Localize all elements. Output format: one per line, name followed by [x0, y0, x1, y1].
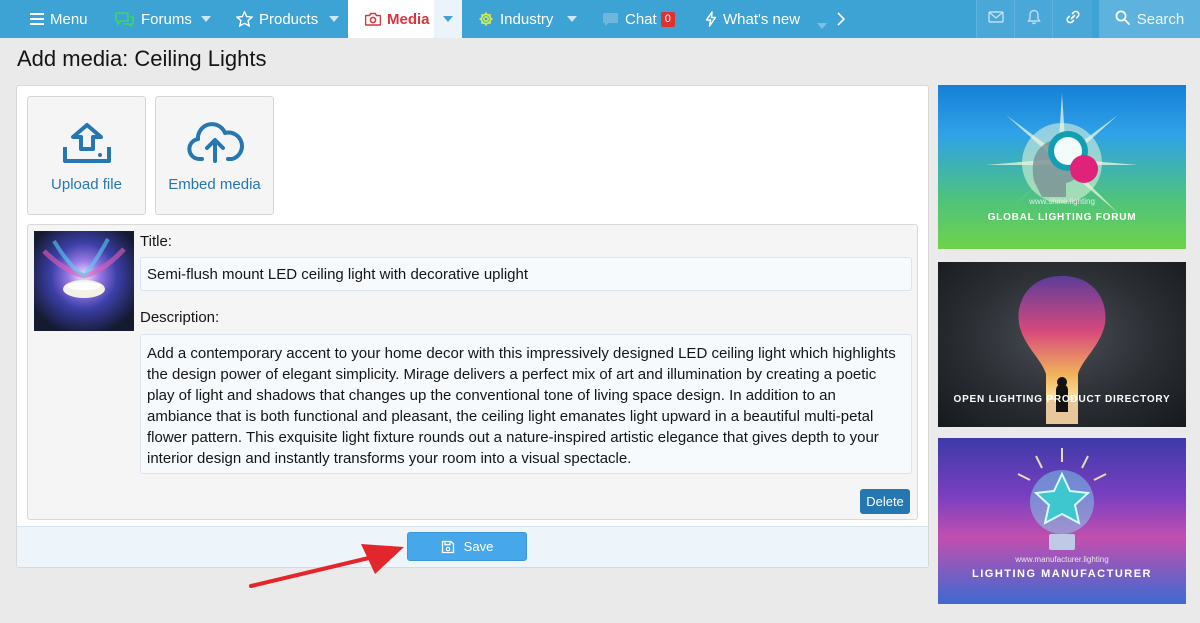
upload-icon: [62, 123, 111, 163]
red-arrow-annotation: [249, 544, 404, 588]
upload-file-label: Upload file: [51, 176, 122, 193]
nav-tab-label: Forums: [141, 10, 192, 28]
comments-icon: [115, 11, 135, 27]
ad-caption: LIGHTING MANUFACTURER: [972, 568, 1152, 580]
save-label: Save: [463, 539, 494, 554]
forum-logo-icon: [986, 93, 1138, 213]
nav-tab-label: Chat: [625, 10, 657, 28]
nav-tab-products[interactable]: Products: [236, 0, 348, 38]
ad-caption: GLOBAL LIGHTING FORUM: [987, 212, 1137, 223]
description-label: Description:: [140, 309, 220, 326]
ad-url: www.shine.lighting: [1029, 197, 1095, 206]
bell-icon: [1026, 9, 1041, 30]
description-textarea[interactable]: Add a contemporary accent to your home d…: [140, 334, 912, 474]
link-icon: [1065, 9, 1081, 30]
menu-button[interactable]: Menu: [30, 0, 96, 38]
star-icon: [236, 11, 253, 27]
search-button[interactable]: Search: [1099, 0, 1200, 38]
nav-tab-label: Industry: [500, 10, 554, 28]
attachment-thumbnail: [34, 231, 134, 331]
ad-lighting-manufacturer[interactable]: www.manufacturer.lighting LIGHTING MANUF…: [938, 438, 1186, 604]
link-button[interactable]: [1052, 0, 1092, 38]
inbox-button[interactable]: [976, 0, 1014, 38]
ad-caption: OPEN LIGHTING PRODUCT DIRECTORY: [953, 394, 1171, 405]
nav-tab-label: What's new: [723, 10, 801, 28]
ad-url: www.manufacturer.lighting: [1015, 555, 1109, 564]
gear-icon: [478, 11, 494, 27]
nav-tab-media[interactable]: Media: [348, 0, 462, 38]
nav-tab-label: Media: [387, 10, 430, 28]
page-title: Add media: Ceiling Lights: [17, 46, 267, 71]
hamburger-icon: [30, 13, 44, 25]
menu-label: Menu: [50, 10, 88, 28]
top-navigation: Menu Forums Products Media Industry Chat: [0, 0, 1200, 38]
search-icon: [1115, 10, 1137, 29]
embed-media-button[interactable]: Embed media: [155, 96, 274, 215]
search-label: Search: [1136, 10, 1185, 28]
chevron-down-icon[interactable]: [817, 16, 827, 33]
chevron-down-icon[interactable]: [320, 0, 348, 38]
chat-bubble-icon: [602, 12, 619, 27]
alerts-button[interactable]: [1014, 0, 1052, 38]
form-footer: Save: [17, 526, 928, 567]
bolt-icon: [705, 11, 717, 27]
ad-open-lighting-product-directory[interactable]: OPEN LIGHTING PRODUCT DIRECTORY: [938, 262, 1186, 427]
title-label: Title:: [140, 233, 172, 250]
nav-tab-industry[interactable]: Industry: [478, 0, 586, 38]
nav-tab-whats-new[interactable]: What's new: [705, 0, 855, 38]
save-button[interactable]: Save: [407, 532, 527, 561]
ad-global-lighting-forum[interactable]: www.shine.lighting GLOBAL LIGHTING FORUM: [938, 85, 1186, 249]
nav-tab-forums[interactable]: Forums: [115, 0, 220, 38]
add-media-form: Upload file Embed media Title: Semi-flus…: [16, 85, 929, 568]
title-input[interactable]: Semi-flush mount LED ceiling light with …: [140, 257, 912, 291]
chevron-down-icon[interactable]: [558, 0, 586, 38]
upload-file-button[interactable]: Upload file: [27, 96, 146, 215]
attachment-item: Title: Semi-flush mount LED ceiling ligh…: [27, 224, 918, 520]
camera-icon: [365, 12, 381, 26]
envelope-icon: [987, 10, 1004, 28]
nav-tab-chat[interactable]: Chat 0: [602, 0, 678, 38]
scroll-right-icon[interactable]: [837, 12, 846, 30]
floppy-disk-icon: [441, 540, 454, 553]
chevron-down-icon[interactable]: [192, 0, 220, 38]
delete-button[interactable]: Delete: [860, 489, 910, 514]
cloud-upload-icon: [186, 122, 244, 163]
chevron-down-icon[interactable]: [434, 0, 462, 38]
chat-count-badge: 0: [660, 11, 675, 27]
embed-media-label: Embed media: [168, 176, 261, 193]
nav-tab-label: Products: [259, 10, 319, 28]
